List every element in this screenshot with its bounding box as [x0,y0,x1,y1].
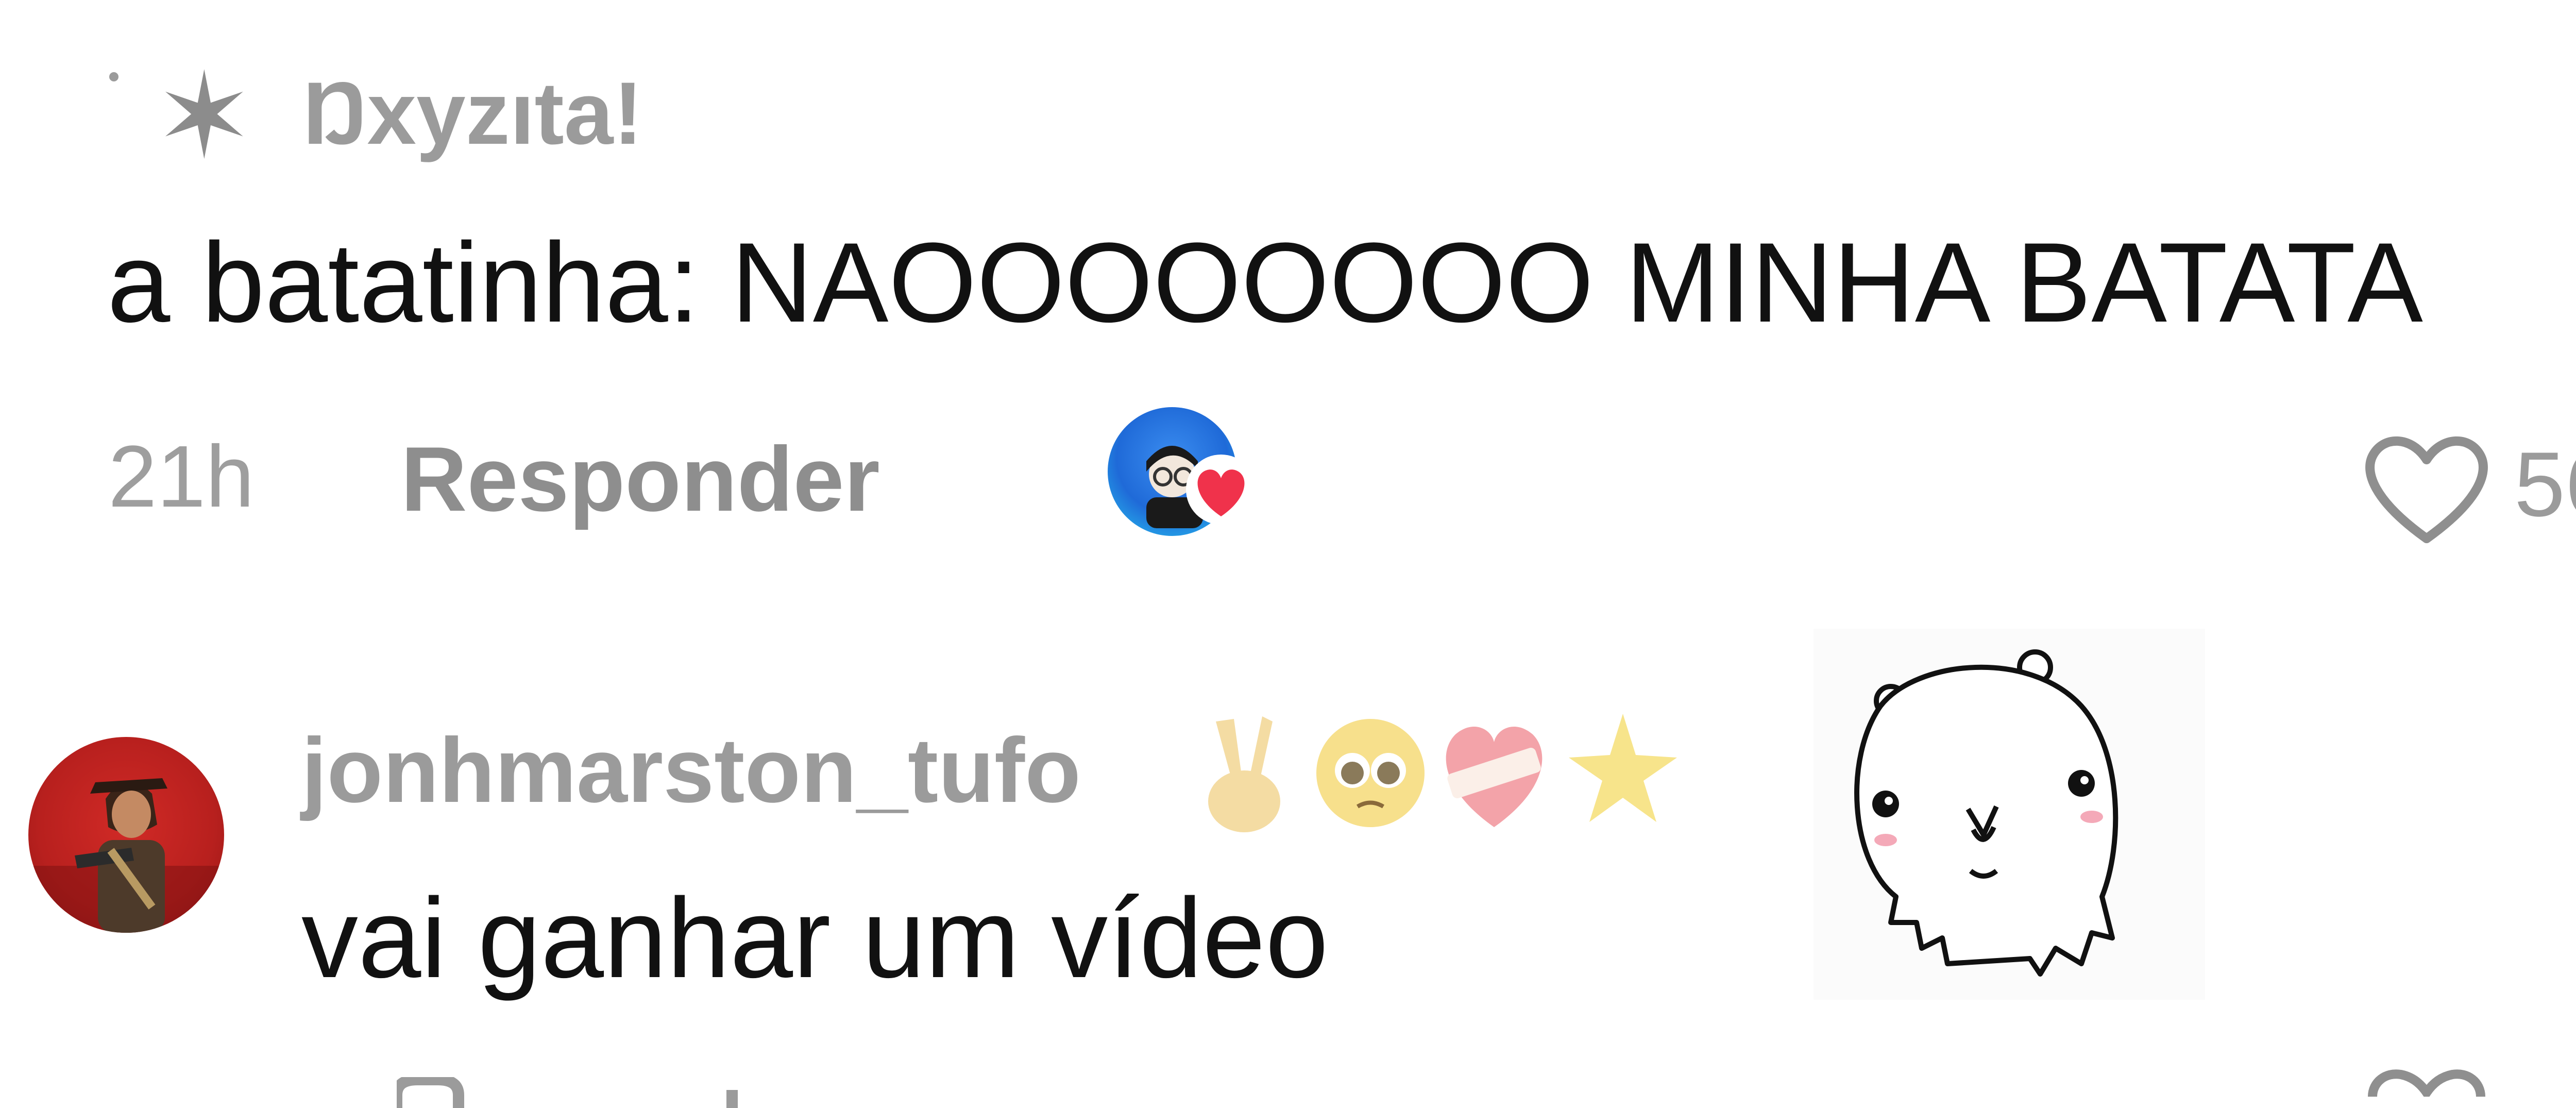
comment-text: vai ganhar um vídeo [301,875,1329,1001]
username-emojis [1208,714,1677,832]
victory-hand-icon [1208,716,1280,832]
mending-heart-icon [1446,726,1543,827]
heart-outline-icon[interactable] [2354,423,2499,551]
comment-timestamp: 21h [108,428,255,526]
comment-text: a batatinha: NAOOOOOOOO MINHA BATATA [107,219,2423,346]
bear-sticker-icon [1814,629,2205,1000]
username-prefix-dot [109,72,118,81]
star-icon: ✶ [155,48,254,186]
heart-icon [1186,455,1256,525]
next-row-reply-partial [397,1077,738,1108]
heart-outline-icon[interactable] [2360,1062,2494,1097]
comment-username[interactable]: jonhmarston_tufo [301,716,1081,825]
comment-username[interactable]: Ŋxyzıta! [303,62,643,165]
like-count: 56 [2514,433,2576,535]
avatar-figure-icon [28,778,224,933]
pleading-face-icon [1316,719,1425,827]
glowing-star-icon [1569,714,1677,822]
reply-button[interactable]: Responder [401,428,880,531]
avatar[interactable] [28,737,224,933]
